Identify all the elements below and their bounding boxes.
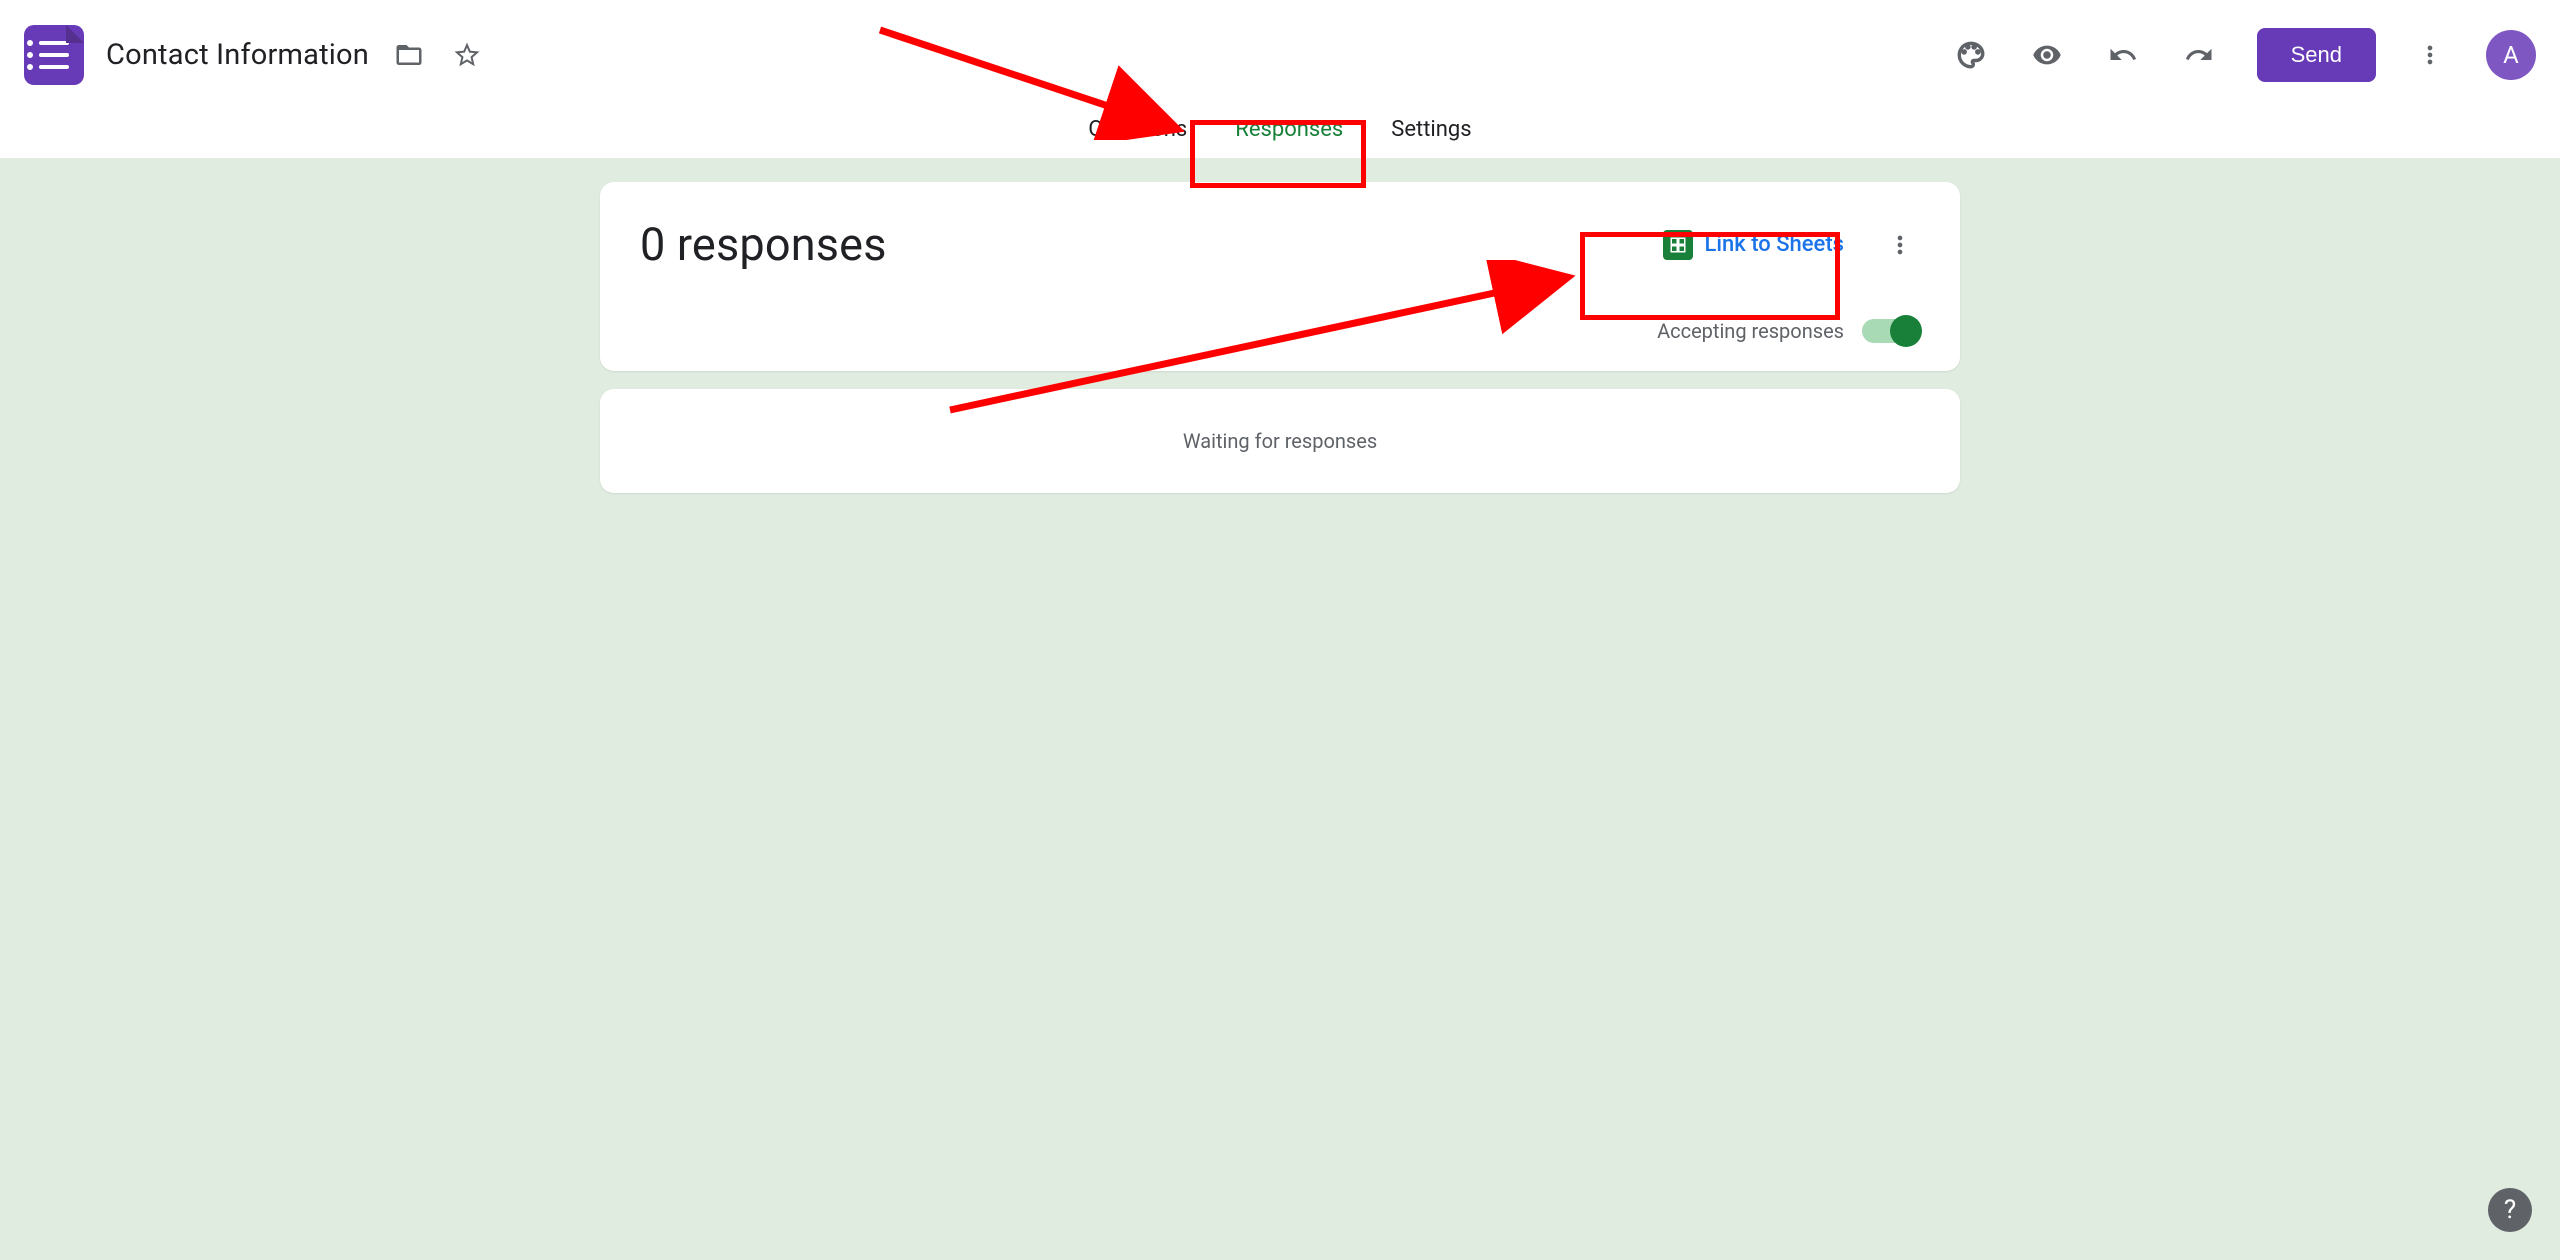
- form-title[interactable]: Contact Information: [106, 38, 369, 72]
- more-options-icon[interactable]: [2406, 31, 2454, 79]
- waiting-message: Waiting for responses: [1183, 429, 1377, 453]
- link-to-sheets-label: Link to Sheets: [1705, 232, 1844, 257]
- customize-theme-icon[interactable]: [1947, 31, 1995, 79]
- content-area: 0 responses Link to Sheets Accepting res…: [0, 158, 2560, 1260]
- link-to-sheets-button[interactable]: Link to Sheets: [1655, 224, 1852, 266]
- forms-logo-icon[interactable]: [24, 25, 84, 85]
- responses-count-title: 0 responses: [640, 218, 1655, 271]
- redo-icon[interactable]: [2175, 31, 2223, 79]
- responses-summary-card: 0 responses Link to Sheets Accepting res…: [600, 182, 1960, 371]
- tab-responses[interactable]: Responses: [1231, 109, 1347, 150]
- app-header: Contact Information Send A: [0, 0, 2560, 100]
- tab-questions[interactable]: Questions: [1084, 109, 1191, 150]
- tabs-bar: Questions Responses Settings: [0, 100, 2560, 158]
- account-avatar[interactable]: A: [2486, 30, 2536, 80]
- accepting-responses-toggle[interactable]: [1862, 319, 1920, 343]
- star-icon[interactable]: [449, 37, 485, 73]
- responses-more-icon[interactable]: [1880, 225, 1920, 265]
- tab-settings[interactable]: Settings: [1387, 109, 1475, 150]
- move-to-folder-icon[interactable]: [391, 37, 427, 73]
- waiting-for-responses-card: Waiting for responses: [600, 389, 1960, 493]
- undo-icon[interactable]: [2099, 31, 2147, 79]
- send-button[interactable]: Send: [2257, 28, 2376, 82]
- help-icon[interactable]: ?: [2488, 1188, 2532, 1232]
- sheets-icon: [1663, 230, 1693, 260]
- preview-icon[interactable]: [2023, 31, 2071, 79]
- accepting-responses-label: Accepting responses: [1657, 319, 1844, 343]
